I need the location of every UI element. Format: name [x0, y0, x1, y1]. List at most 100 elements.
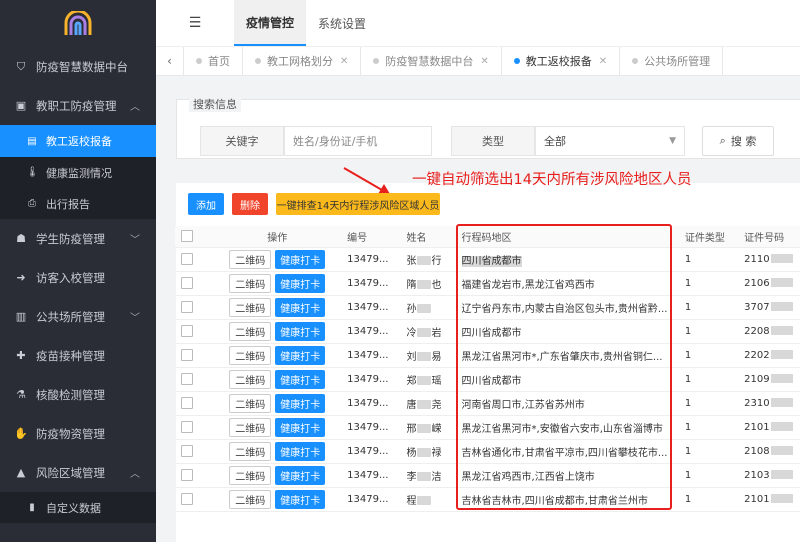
- sidebar-item-supplies[interactable]: ✋ 防疫物资管理: [0, 414, 156, 453]
- health-checkin-button[interactable]: 健康打卡: [275, 441, 326, 461]
- chevron-down-icon: ﹀: [130, 235, 140, 246]
- row-checkbox[interactable]: [175, 415, 214, 440]
- qr-code-button[interactable]: 二维码: [229, 393, 272, 413]
- table-row[interactable]: 二维码 健康打卡 13479... 杨禄吉林省通化市,甘肃省平凉市,四川省攀枝花市..…: [175, 439, 800, 464]
- qr-code-button[interactable]: 二维码: [229, 249, 272, 269]
- select-all-checkbox[interactable]: [175, 226, 214, 248]
- cell-idno: 2101: [738, 487, 800, 512]
- add-button[interactable]: 添加: [188, 193, 224, 215]
- health-checkin-button[interactable]: 健康打卡: [275, 321, 326, 341]
- syringe-icon: ✚: [16, 349, 26, 362]
- row-checkbox[interactable]: [175, 271, 214, 296]
- health-checkin-button[interactable]: 健康打卡: [275, 369, 326, 389]
- sidebar-item-data-center[interactable]: ⛉ 防疫智慧数据中台: [0, 47, 156, 86]
- page-tab-grid[interactable]: 教工网格划分 ✕: [243, 46, 362, 76]
- region-text: 黑龙江省鸡西市,江西省上饶市: [461, 471, 595, 483]
- cell-region: 黑龙江省黑河市*,广东省肇庆市,贵州省铜仁...: [455, 343, 679, 368]
- sidebar-item-student[interactable]: ☗ 学生防疫管理 ﹀: [0, 219, 156, 258]
- page-tab-datacenter[interactable]: 防疫智慧数据中台 ✕: [361, 46, 502, 76]
- row-checkbox[interactable]: [175, 295, 214, 320]
- row-checkbox[interactable]: [175, 367, 214, 392]
- sidebar-item-visitor[interactable]: ➜ 访客入校管理: [0, 258, 156, 297]
- region-text: 河南省周口市,江苏省苏州市: [461, 399, 585, 411]
- table-row[interactable]: 二维码 健康打卡 13479... 张行四川省成都市 1 2110: [175, 247, 800, 272]
- tab-system-settings[interactable]: 系统设置: [306, 0, 378, 46]
- sidebar-item-vaccine[interactable]: ✚ 疫苗接种管理: [0, 336, 156, 375]
- sidebar-item-health-monitor[interactable]: 🌡 健康监测情况: [0, 157, 156, 188]
- cell-region: 黑龙江省黑河市*,安徽省六安市,山东省淄博市: [455, 415, 679, 440]
- row-checkbox[interactable]: [175, 487, 214, 512]
- name-first: 隋: [406, 279, 417, 291]
- table-row[interactable]: 二维码 健康打卡 13479... 程吉林省吉林市,四川省成都市,甘肃省兰州市 1 210…: [175, 487, 800, 512]
- page-tab-label: 公共场所管理: [644, 55, 711, 68]
- row-checkbox[interactable]: [175, 463, 214, 488]
- delete-button[interactable]: 删除: [232, 193, 268, 215]
- idno-prefix: 2110: [744, 253, 770, 265]
- cell-region: 福建省龙岩市,黑龙江省鸡西市: [455, 271, 679, 296]
- arch-logo-icon: [64, 10, 92, 35]
- name-first: 程: [406, 495, 417, 507]
- table-row[interactable]: 二维码 健康打卡 13479... 冷岩四川省成都市 1 2208: [175, 319, 800, 344]
- type-select[interactable]: 全部 ▼: [535, 126, 685, 156]
- cell-name: 隋也: [400, 271, 456, 296]
- health-checkin-button[interactable]: 健康打卡: [275, 273, 326, 293]
- tab-epidemic-control[interactable]: 疫情管控: [234, 0, 307, 46]
- qr-code-button[interactable]: 二维码: [229, 345, 272, 365]
- qr-code-button[interactable]: 二维码: [229, 489, 272, 509]
- table-row[interactable]: 二维码 健康打卡 13479... 刘易黑龙江省黑河市*,广东省肇庆市,贵州省铜仁..…: [175, 343, 800, 368]
- sidebar-item-travel-report[interactable]: ⎙ 出行报告: [0, 188, 156, 219]
- table-row[interactable]: 二维码 健康打卡 13479... 邢嵘黑龙江省黑河市*,安徽省六安市,山东省淄博市 1…: [175, 415, 800, 440]
- name-first: 冷: [406, 327, 417, 339]
- keyword-input[interactable]: 姓名/身份证/手机: [284, 126, 432, 156]
- qr-code-button[interactable]: 二维码: [229, 417, 272, 437]
- redacted-mask: [770, 446, 793, 455]
- qr-code-button[interactable]: 二维码: [229, 273, 272, 293]
- screen-risk-button[interactable]: 一键排查14天内行程涉风险区域人员: [276, 193, 440, 215]
- sidebar-item-staff[interactable]: ▣ 教职工防疫管理 ︿: [0, 86, 156, 125]
- table-row[interactable]: 二维码 健康打卡 13479... 唐尧河南省周口市,江苏省苏州市 1 2310: [175, 391, 800, 416]
- close-icon[interactable]: ✕: [480, 56, 488, 67]
- health-checkin-button[interactable]: 健康打卡: [275, 345, 326, 365]
- chevron-left-icon[interactable]: ‹: [156, 46, 184, 76]
- health-checkin-button[interactable]: 健康打卡: [275, 393, 326, 413]
- close-icon[interactable]: ✕: [599, 56, 607, 67]
- qr-code-button[interactable]: 二维码: [229, 465, 272, 485]
- sidebar-item-custom-data[interactable]: ▮ 自定义数据: [0, 492, 156, 523]
- search-button[interactable]: ⌕ 搜 索: [702, 126, 774, 156]
- sidebar-item-nucleic[interactable]: ⚗ 核酸检测管理: [0, 375, 156, 414]
- region-text: 四川省成都市: [461, 375, 522, 387]
- cell-id: 13479...: [341, 415, 401, 440]
- row-checkbox[interactable]: [175, 319, 214, 344]
- table-row[interactable]: 二维码 健康打卡 13479... 郑瑶四川省成都市 1 2109: [175, 367, 800, 392]
- health-checkin-button[interactable]: 健康打卡: [275, 465, 326, 485]
- warning-icon: ▲: [16, 466, 26, 479]
- row-checkbox[interactable]: [175, 247, 214, 272]
- top-header: ☰ 疫情管控 系统设置: [156, 0, 800, 47]
- sidebar-item-return-report[interactable]: ▤ 教工返校报备: [0, 125, 156, 157]
- redacted-mask: [770, 254, 793, 263]
- table-row[interactable]: 二维码 健康打卡 13479... 李洁黑龙江省鸡西市,江西省上饶市 1 2103: [175, 463, 800, 488]
- health-checkin-button[interactable]: 健康打卡: [275, 417, 326, 437]
- redacted-mask: [417, 376, 432, 385]
- table-row[interactable]: 二维码 健康打卡 13479... 隋也福建省龙岩市,黑龙江省鸡西市 1 2106: [175, 271, 800, 296]
- logo[interactable]: [0, 0, 156, 47]
- row-checkbox[interactable]: [175, 439, 214, 464]
- health-checkin-button[interactable]: 健康打卡: [275, 489, 326, 509]
- row-checkbox[interactable]: [175, 343, 214, 368]
- close-icon[interactable]: ✕: [340, 56, 348, 67]
- sidebar-item-risk-area[interactable]: ▲ 风险区域管理 ︿: [0, 453, 156, 492]
- page-tab-home[interactable]: 首页: [184, 46, 243, 76]
- row-checkbox[interactable]: [175, 391, 214, 416]
- qr-code-button[interactable]: 二维码: [229, 297, 272, 317]
- sidebar-item-public-place[interactable]: ▥ 公共场所管理 ﹀: [0, 297, 156, 336]
- qr-code-button[interactable]: 二维码: [229, 441, 272, 461]
- menu-toggle-icon[interactable]: ☰: [156, 0, 234, 46]
- qr-code-button[interactable]: 二维码: [229, 369, 272, 389]
- page-tab-return-report[interactable]: 教工返校报备 ✕: [502, 46, 621, 76]
- page-tab-public-place[interactable]: 公共场所管理: [620, 46, 724, 76]
- region-text: 四川省成都市: [461, 327, 522, 339]
- health-checkin-button[interactable]: 健康打卡: [275, 249, 326, 269]
- table-row[interactable]: 二维码 健康打卡 13479... 孙辽宁省丹东市,内蒙古自治区包头市,贵州省黔...…: [175, 295, 800, 320]
- qr-code-button[interactable]: 二维码: [229, 321, 272, 341]
- health-checkin-button[interactable]: 健康打卡: [275, 297, 326, 317]
